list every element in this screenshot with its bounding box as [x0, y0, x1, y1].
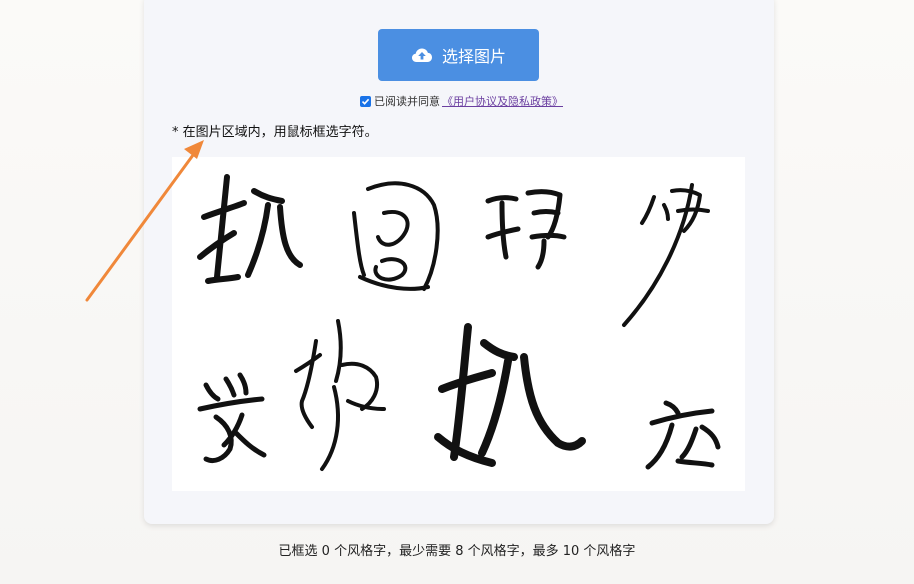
agreement-checkbox[interactable] [360, 95, 371, 107]
calligraphy-glyph [352, 181, 440, 291]
calligraphy-glyph [645, 400, 721, 470]
calligraphy-glyph [485, 189, 567, 270]
cloud-upload-icon [411, 47, 433, 63]
select-image-label: 选择图片 [441, 47, 506, 66]
selection-status: 已框选 0 个风格字，最少需要 8 个风格字，最多 10 个风格字 [278, 544, 636, 559]
selection-hint: * 在图片区域内，用鼠标框选字符。 [172, 125, 378, 140]
select-image-button[interactable]: 选择图片 [378, 29, 539, 81]
calligraphy-glyph [197, 372, 267, 464]
calligraphy-glyph [294, 319, 386, 471]
privacy-policy-link[interactable]: 《用户协议及隐私政策》 [442, 93, 563, 109]
calligraphy-glyph [622, 183, 710, 327]
calligraphy-glyph [197, 174, 303, 284]
calligraphy-glyph [434, 323, 586, 467]
calligraphy-image [197, 174, 721, 471]
calligraphy-image-canvas[interactable] [172, 157, 745, 491]
agreement-row: 已阅读并同意 《用户协议及隐私政策》 [360, 93, 563, 109]
agreement-text: 已阅读并同意 [374, 95, 440, 108]
